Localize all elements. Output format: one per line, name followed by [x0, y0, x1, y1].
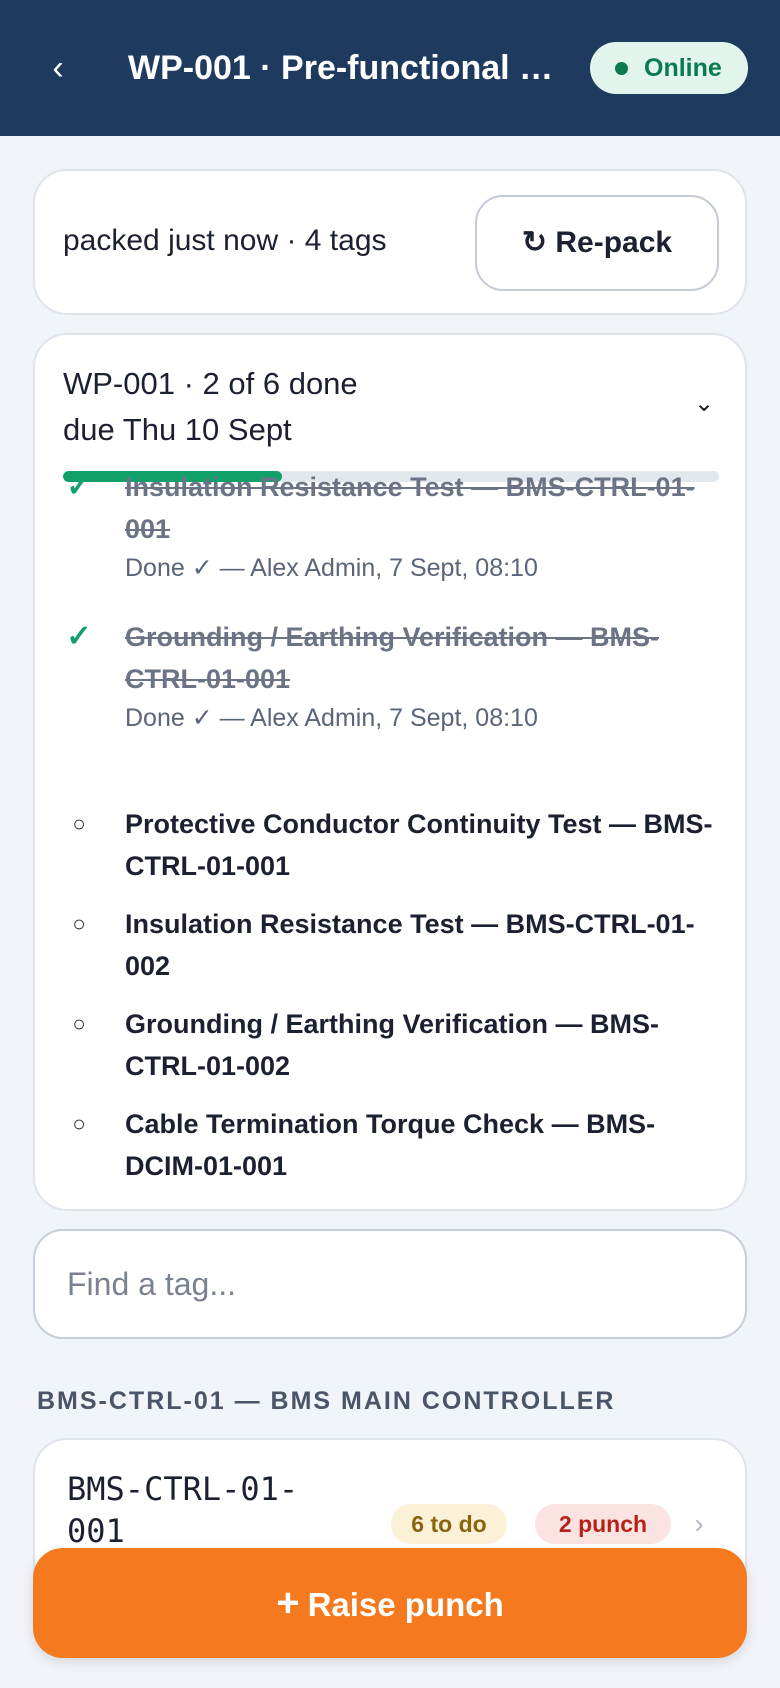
circle-icon: ○	[72, 911, 86, 936]
check-icon: ✓	[66, 470, 92, 503]
raise-punch-button[interactable]: + Raise punch	[33, 1548, 747, 1658]
plus-icon: +	[276, 1581, 300, 1625]
raise-punch-label: Raise punch	[307, 1586, 504, 1623]
status-dot-icon	[615, 62, 628, 75]
work-package-summary: WP-001 · 2 of 6 done	[63, 366, 358, 401]
task-item[interactable]: ✓ Insulation Resistance Test — BMS-CTRL-…	[33, 466, 743, 606]
tag-search-field[interactable]	[33, 1229, 747, 1339]
page-title: WP-001 · Pre-functional checks — BMS	[128, 49, 568, 87]
circle-icon: ○	[72, 811, 86, 836]
task-item[interactable]: ✓ Grounding / Earthing Verification — BM…	[33, 616, 743, 756]
task-name: Cable Termination Torque Check — BMS-DCI…	[125, 1109, 656, 1181]
work-package-due-date: due Thu 10 Sept	[63, 412, 292, 447]
punch-count-badge: 2 punch	[535, 1504, 671, 1544]
section-header: BMS-CTRL-01 — BMS MAIN CONTROLLER	[37, 1387, 616, 1415]
task-name: Insulation Resistance Test — BMS-CTRL-01…	[125, 909, 695, 981]
task-item[interactable]: ○ Cable Termination Torque Check — BMS-D…	[33, 1103, 743, 1193]
connection-status-badge: Online	[590, 42, 748, 94]
tag-name: BMS-CTRL-01-001	[67, 1470, 299, 1550]
todo-count-badge: 6 to do	[391, 1504, 507, 1544]
task-completion-meta: Done ✓ — Alex Admin, 7 Sept, 08:10	[125, 704, 538, 732]
app-header: ‹ WP-001 · Pre-functional checks — BMS O…	[0, 0, 780, 136]
circle-icon: ○	[72, 1011, 86, 1036]
repack-button[interactable]: ↻ Re-pack	[475, 195, 719, 291]
status-label: Online	[644, 54, 722, 82]
task-name: Protective Conductor Continuity Test — B…	[125, 809, 713, 881]
task-name: Grounding / Earthing Verification — BMS-…	[125, 622, 660, 694]
check-icon: ✓	[66, 620, 92, 653]
task-completion-meta: Done ✓ — Alex Admin, 7 Sept, 08:10	[125, 554, 538, 582]
task-item[interactable]: ○ Protective Conductor Continuity Test —…	[33, 803, 743, 893]
tag-search-input[interactable]	[67, 1231, 717, 1337]
task-name: Insulation Resistance Test — BMS-CTRL-01…	[125, 472, 695, 544]
chevron-right-icon: ›	[694, 1508, 704, 1539]
pack-status-card: packed just now · 4 tags ↻ Re-pack	[33, 169, 747, 315]
task-name: Grounding / Earthing Verification — BMS-…	[125, 1009, 660, 1081]
task-item[interactable]: ○ Insulation Resistance Test — BMS-CTRL-…	[33, 903, 743, 993]
task-item[interactable]: ○ Grounding / Earthing Verification — BM…	[33, 1003, 743, 1093]
circle-icon: ○	[72, 1111, 86, 1136]
pack-status-text: packed just now · 4 tags	[63, 224, 387, 257]
chevron-down-icon[interactable]: ⌄	[689, 389, 719, 419]
chevron-left-icon: ‹	[52, 49, 64, 87]
back-button[interactable]: ‹	[38, 44, 78, 92]
